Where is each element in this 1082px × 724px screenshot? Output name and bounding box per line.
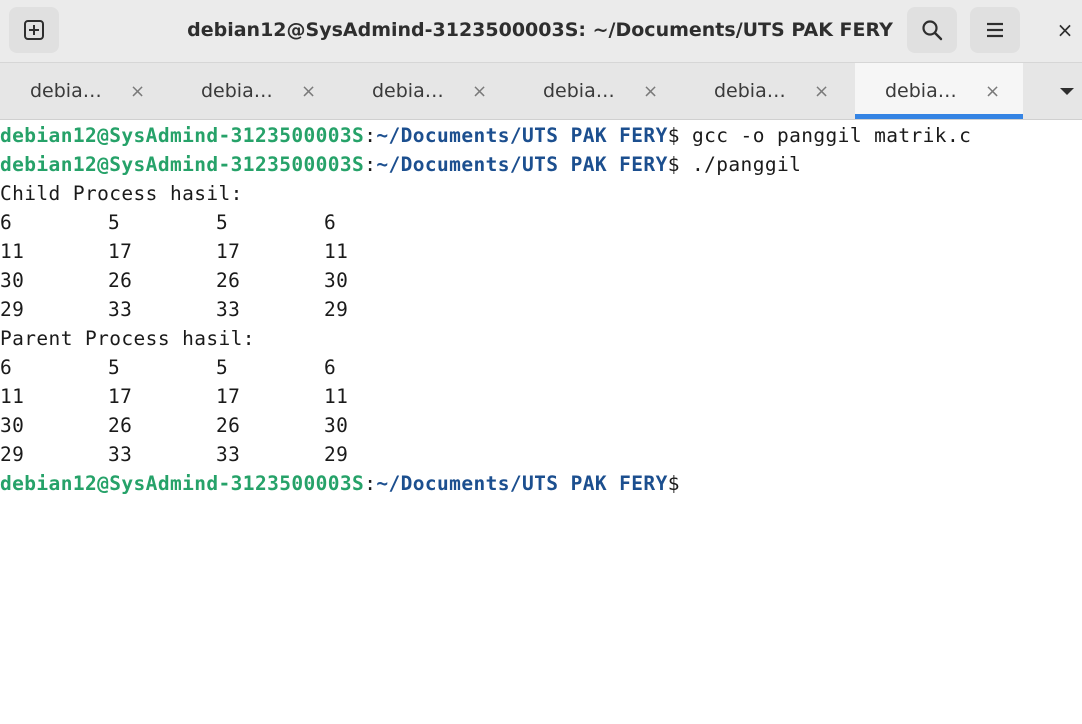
prompt-user-host: debian12@SysAdmind-3123500003S	[0, 153, 365, 176]
tab-list-dropdown-button[interactable]	[1052, 81, 1082, 101]
tab-label: debia…	[201, 80, 273, 102]
matrix-cell: 33	[216, 298, 241, 321]
tab-label: debia…	[543, 80, 615, 102]
chevron-down-icon	[1060, 88, 1074, 95]
prompt-dollar: $	[667, 153, 680, 176]
close-icon: ×	[1056, 18, 1074, 42]
prompt-colon: :	[364, 153, 377, 176]
tab-3[interactable]: debia… ×	[342, 63, 513, 119]
matrix-cell: 17	[216, 240, 241, 263]
tab-4[interactable]: debia… ×	[513, 63, 684, 119]
tab-label: debia…	[372, 80, 444, 102]
new-tab-button[interactable]	[9, 7, 59, 53]
parent-process-header: Parent Process hasil:	[0, 327, 255, 350]
prompt-path: ~/Documents/UTS PAK FERY	[376, 472, 668, 495]
child-matrix-row: 11 17 17 11	[0, 237, 400, 266]
matrix-cell: 6	[324, 356, 337, 379]
tab-close-icon[interactable]: ×	[301, 81, 316, 102]
matrix-cell: 33	[216, 443, 241, 466]
matrix-cell: 5	[108, 211, 121, 234]
parent-matrix-row: 6 5 5 6	[0, 353, 400, 382]
matrix-cell: 33	[108, 298, 133, 321]
window-title: debian12@SysAdmind-3123500003S: ~/Docume…	[187, 19, 893, 41]
child-matrix-row: 30 26 26 30	[0, 266, 400, 295]
tab-close-icon[interactable]: ×	[985, 81, 1000, 102]
child-matrix-row: 29 33 33 29	[0, 295, 400, 324]
prompt-dollar: $	[667, 124, 680, 147]
prompt-user-host: debian12@SysAdmind-3123500003S	[0, 472, 365, 495]
matrix-cell: 30	[324, 414, 349, 437]
window-titlebar: debian12@SysAdmind-3123500003S: ~/Docume…	[0, 0, 1082, 63]
matrix-cell: 26	[216, 414, 241, 437]
matrix-cell: 5	[108, 356, 121, 379]
tab-5[interactable]: debia… ×	[684, 63, 855, 119]
parent-matrix-row: 30 26 26 30	[0, 411, 400, 440]
matrix-cell: 17	[108, 240, 133, 263]
prompt-path: ~/Documents/UTS PAK FERY	[376, 153, 668, 176]
matrix-cell: 30	[0, 414, 25, 437]
matrix-cell: 5	[216, 356, 229, 379]
tab-1[interactable]: debia… ×	[0, 63, 171, 119]
matrix-cell: 29	[0, 443, 25, 466]
parent-matrix-row: 11 17 17 11	[0, 382, 400, 411]
parent-matrix-row: 29 33 33 29	[0, 440, 400, 469]
tab-label: debia…	[885, 80, 957, 102]
prompt-line: debian12@SysAdmind-3123500003S:~/Documen…	[0, 469, 680, 498]
prompt-path: ~/Documents/UTS PAK FERY	[376, 124, 668, 147]
tab-label: debia…	[30, 80, 102, 102]
matrix-cell: 29	[324, 298, 349, 321]
tab-bar: debia… × debia… × debia… × debia… × debi…	[0, 63, 1082, 120]
matrix-cell: 17	[216, 385, 241, 408]
tab-close-icon[interactable]: ×	[472, 81, 487, 102]
matrix-cell: 33	[108, 443, 133, 466]
matrix-cell: 11	[0, 240, 25, 263]
prompt-line: debian12@SysAdmind-3123500003S:~/Documen…	[0, 150, 801, 179]
matrix-cell: 11	[324, 385, 349, 408]
matrix-cell: 5	[216, 211, 229, 234]
matrix-cell: 11	[324, 240, 349, 263]
tab-6-active[interactable]: debia… ×	[855, 63, 1023, 119]
child-matrix-row: 6 5 5 6	[0, 208, 400, 237]
matrix-cell: 30	[0, 269, 25, 292]
search-icon	[922, 20, 943, 41]
matrix-cell: 29	[324, 443, 349, 466]
close-window-button[interactable]: ×	[1048, 7, 1082, 53]
matrix-cell: 17	[108, 385, 133, 408]
command-text: gcc -o panggil matrik.c	[679, 124, 972, 147]
main-menu-button[interactable]	[970, 7, 1020, 53]
matrix-cell: 29	[0, 298, 25, 321]
prompt-colon: :	[364, 472, 377, 495]
child-process-header: Child Process hasil:	[0, 182, 243, 205]
matrix-cell: 26	[108, 269, 133, 292]
matrix-cell: 6	[324, 211, 337, 234]
matrix-cell: 6	[0, 211, 13, 234]
prompt-user-host: debian12@SysAdmind-3123500003S	[0, 124, 365, 147]
tab-2[interactable]: debia… ×	[171, 63, 342, 119]
command-text: ./panggil	[679, 153, 802, 176]
tab-close-icon[interactable]: ×	[814, 81, 829, 102]
tab-close-icon[interactable]: ×	[643, 81, 658, 102]
plus-square-icon	[24, 20, 44, 40]
tab-close-icon[interactable]: ×	[130, 81, 145, 102]
matrix-cell: 11	[0, 385, 25, 408]
tab-label: debia…	[714, 80, 786, 102]
prompt-dollar: $	[667, 472, 680, 495]
terminal-output[interactable]: debian12@SysAdmind-3123500003S:~/Documen…	[0, 120, 1082, 724]
matrix-cell: 30	[324, 269, 349, 292]
matrix-cell: 6	[0, 356, 13, 379]
matrix-cell: 26	[108, 414, 133, 437]
prompt-line: debian12@SysAdmind-3123500003S:~/Documen…	[0, 121, 971, 150]
search-button[interactable]	[907, 7, 957, 53]
hamburger-menu-icon	[987, 22, 1003, 38]
active-tab-indicator	[855, 114, 1023, 119]
matrix-cell: 26	[216, 269, 241, 292]
prompt-colon: :	[364, 124, 377, 147]
